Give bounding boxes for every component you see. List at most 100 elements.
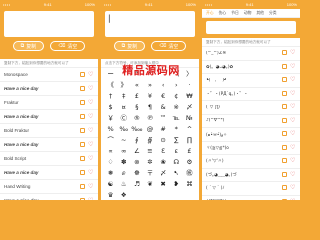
tab-1[interactable]: 伤心	[217, 11, 229, 16]
tab-5[interactable]: 分类	[267, 11, 279, 16]
emoticon-row[interactable]: ヾ(≧▽≦*)o ♡	[202, 141, 300, 155]
heart-icon[interactable]: ♡	[290, 117, 296, 124]
emoticon-row[interactable]: ・゜・(PД`q｡)・゜・ ♡	[202, 87, 300, 101]
heart-icon[interactable]: ♡	[88, 71, 94, 78]
symbol-cell[interactable]: 〆	[183, 103, 196, 112]
symbol-cell[interactable]: ¤	[117, 103, 130, 112]
symbol-cell[interactable]: ⚙	[183, 158, 196, 167]
style-row[interactable]: Have a nice day ♡	[0, 194, 98, 200]
copy-icon[interactable]	[282, 77, 287, 83]
symbol-cell[interactable]: 〒	[143, 169, 156, 178]
copy-icon[interactable]	[80, 183, 85, 189]
copy-icon[interactable]	[282, 158, 287, 164]
emoticon-row[interactable]: (´▽`ʃƪ) ♡	[202, 101, 300, 115]
symbol-cell[interactable]: ℡	[170, 114, 183, 123]
heart-icon[interactable]: ♡	[290, 63, 296, 70]
tab-4[interactable]: 其他	[254, 11, 266, 16]
symbol-cell[interactable]: #	[157, 125, 170, 134]
symbol-cell[interactable]: ※	[170, 103, 183, 112]
symbol-cell[interactable]: ❀	[157, 158, 170, 167]
symbol-cell[interactable]: ♬	[130, 180, 143, 189]
style-row[interactable]: Have a nice day ♡	[0, 82, 98, 96]
symbol-cell[interactable]: ☊	[170, 158, 183, 167]
heart-icon[interactable]: ♡	[88, 113, 94, 120]
symbol-cell[interactable]: ∝	[104, 147, 117, 156]
symbol-cell[interactable]: ¥	[143, 92, 156, 101]
heart-icon[interactable]: ♡	[88, 141, 94, 148]
symbol-cell[interactable]: ⅇ	[117, 169, 130, 178]
symbol-cell[interactable]: ㊗	[183, 169, 196, 178]
symbol-cell[interactable]: ∯	[143, 136, 156, 145]
symbol-cell[interactable]: ∮	[130, 136, 143, 145]
tab-0[interactable]: 开心	[204, 11, 216, 16]
symbol-cell[interactable]: ∑	[170, 136, 183, 145]
copy-icon[interactable]	[282, 104, 287, 110]
text-input[interactable]	[206, 21, 296, 34]
clear-button[interactable]: ⌫ 清空	[151, 41, 187, 51]
heart-icon[interactable]: ♡	[88, 183, 94, 190]
emoticon-row[interactable]: (〃'▽'〃) ♡	[202, 155, 300, 169]
copy-icon[interactable]	[282, 185, 287, 191]
symbol-cell[interactable]: ⊚	[130, 158, 143, 167]
symbol-cell[interactable]: ⊙	[157, 136, 170, 145]
copy-icon[interactable]	[282, 131, 287, 137]
copy-icon[interactable]	[282, 198, 287, 200]
copy-icon[interactable]	[282, 90, 287, 96]
symbol-cell[interactable]: Ⓒ	[117, 114, 130, 123]
symbol-cell[interactable]: ✲	[143, 158, 156, 167]
copy-icon[interactable]	[80, 113, 85, 119]
text-input[interactable]: ▏	[105, 11, 195, 37]
symbol-cell[interactable]: £	[130, 92, 143, 101]
copy-icon[interactable]	[80, 85, 85, 91]
heart-icon[interactable]: ♡	[88, 85, 94, 92]
symbol-cell[interactable]: «	[130, 81, 143, 90]
copy-icon[interactable]	[282, 144, 287, 150]
symbol-cell[interactable]: ¶	[143, 103, 156, 112]
symbol-cell[interactable]: ￥	[104, 114, 117, 123]
style-row[interactable]: Monospace ♡	[0, 68, 98, 82]
symbol-cell[interactable]: ·	[183, 81, 196, 90]
emoticon-row[interactable]: ╰(*°▽°*)╯ ♡	[202, 195, 300, 200]
copy-icon[interactable]	[80, 71, 85, 77]
symbol-cell[interactable]: №	[183, 114, 196, 123]
symbol-cell[interactable]: ‱	[130, 125, 143, 134]
style-row[interactable]: Bold Script ♡	[0, 152, 98, 166]
heart-icon[interactable]: ♡	[290, 171, 296, 178]
symbol-cell[interactable]: 〆	[157, 169, 170, 178]
heart-icon[interactable]: ♡	[290, 185, 296, 191]
copy-icon[interactable]	[282, 50, 287, 56]
emoticon-row[interactable]: ┗( ▔, ▔ )┛ ♡	[202, 74, 300, 88]
symbol-cell[interactable]: %	[104, 125, 117, 134]
copy-icon[interactable]	[282, 171, 287, 177]
symbol-cell[interactable]: &	[157, 103, 170, 112]
emoticon-row[interactable]: ♪(^∇^*) ♡	[202, 114, 300, 128]
symbol-cell[interactable]: ℗	[143, 114, 156, 123]
style-row[interactable]: Have a nice day ♡	[0, 138, 98, 152]
symbol-cell[interactable]: 》	[117, 81, 130, 90]
symbol-cell[interactable]: ➷	[170, 169, 183, 178]
symbol-cell[interactable]: ❅	[104, 169, 117, 178]
symbol-cell[interactable]: »	[143, 81, 156, 90]
symbol-cell[interactable]: ∏	[183, 136, 196, 145]
symbol-cell[interactable]: ›	[170, 81, 183, 90]
heart-icon[interactable]: ♡	[290, 158, 296, 164]
symbol-cell[interactable]: ∞	[117, 147, 130, 156]
symbol-cell[interactable]: ‹	[157, 81, 170, 90]
emoticon-row[interactable]: ( ´ ▽ ` )ﾉ ♡	[202, 182, 300, 196]
symbol-cell[interactable]: ❖	[117, 191, 130, 200]
symbol-cell[interactable]: ~	[117, 136, 130, 145]
heart-icon[interactable]: ♡	[290, 77, 296, 83]
symbol-cell[interactable]: ✽	[117, 158, 130, 167]
symbol-cell[interactable]: *	[170, 125, 183, 134]
copy-icon[interactable]	[282, 63, 287, 69]
emoticon-row[interactable]: (^_^)∠※ ♡	[202, 47, 300, 61]
symbol-cell[interactable]: ✖	[157, 180, 170, 189]
symbol-cell[interactable]: ♢	[104, 158, 117, 167]
symbol-cell[interactable]: ≌	[143, 147, 156, 156]
copy-icon[interactable]	[282, 117, 287, 123]
copy-icon[interactable]	[80, 99, 85, 105]
heart-icon[interactable]: ♡	[88, 169, 94, 176]
emoticon-row[interactable]: ✿(。◕ᴗ◕。)✿ ♡	[202, 60, 300, 74]
style-row[interactable]: Have a nice day ♡	[0, 166, 98, 180]
symbol-cell[interactable]: ‡	[117, 92, 130, 101]
